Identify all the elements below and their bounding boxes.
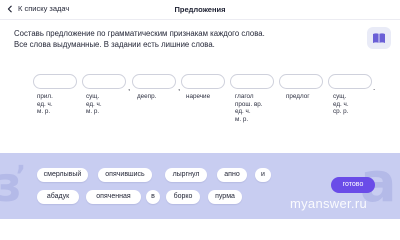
punctuation-period: .	[373, 83, 376, 92]
watermark: myanswer.ru	[290, 196, 367, 211]
top-bar: К списку задач Предложения	[0, 0, 400, 20]
page-title: Предложения	[174, 5, 226, 14]
task-line-2: Все слова выдуманные. В задании есть лиш…	[14, 40, 215, 49]
word-chip[interactable]: борко	[166, 190, 200, 204]
punctuation-comma-2: ,	[178, 83, 181, 92]
slot-label-4: наречие	[186, 93, 211, 100]
slot-label-7: сущ. ед. ч. ср. р.	[333, 93, 349, 116]
task-line-1: Составь предложение по грамматическим пр…	[14, 29, 265, 38]
word-chip[interactable]: опяченная	[86, 190, 141, 204]
answer-slot-5[interactable]	[230, 74, 274, 89]
answer-slot-4[interactable]	[181, 74, 225, 89]
decoration-glyph: ,	[16, 153, 26, 177]
slot-label-3: деепр.	[137, 93, 157, 100]
slot-label-6: предлог	[286, 93, 310, 100]
answer-slot-6[interactable]	[279, 74, 323, 89]
task-instructions: Составь предложение по грамматическим пр…	[14, 28, 354, 50]
answer-slot-1[interactable]	[33, 74, 77, 89]
word-chip[interactable]: в	[146, 190, 160, 204]
done-button[interactable]: готово	[331, 177, 375, 193]
answer-slots: , , . прил. ед. ч. м. р. сущ. ед. ч. м. р. д…	[0, 74, 400, 134]
word-chip[interactable]: опячившись	[98, 168, 152, 182]
punctuation-comma-1: ,	[128, 83, 131, 92]
word-chip[interactable]: апно	[217, 168, 247, 182]
slot-label-5: глагол прош. вр. ед. ч. м. р.	[235, 93, 263, 123]
word-chip[interactable]: пурма	[208, 190, 242, 204]
word-chip[interactable]: абадук	[37, 190, 79, 204]
answer-slot-7[interactable]	[328, 74, 372, 89]
slot-label-2: сущ. ед. ч. м. р.	[86, 93, 102, 116]
word-chip[interactable]: смерлывый	[37, 168, 88, 182]
decoration-glyph: "	[372, 153, 388, 172]
answer-slot-3[interactable]	[132, 74, 176, 89]
slot-label-1: прил. ед. ч. м. р.	[37, 93, 53, 116]
hint-button[interactable]	[367, 27, 391, 49]
answer-slot-2[interactable]	[82, 74, 126, 89]
word-chip[interactable]: лыргнул	[165, 168, 207, 182]
word-chip[interactable]: и	[255, 168, 271, 182]
book-icon	[373, 33, 385, 43]
